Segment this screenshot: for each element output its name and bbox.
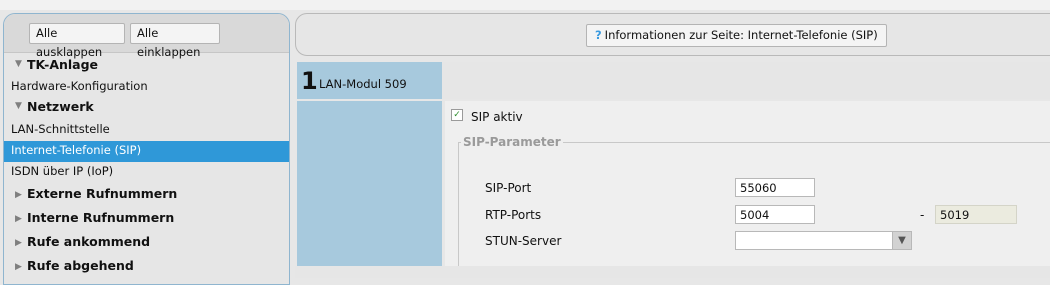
module-tab-bar: 1 LAN-Modul 509 xyxy=(297,62,1050,99)
page-header: ? Informationen zur Seite: Internet-Telef… xyxy=(295,13,1050,56)
fieldset-legend: SIP-Parameter xyxy=(463,135,561,149)
tab-lan-modul[interactable]: 1 LAN-Modul 509 xyxy=(297,62,442,99)
nav-group-label: Netzwerk xyxy=(27,99,94,114)
stun-server-label: STUN-Server xyxy=(485,234,562,248)
sip-settings-panel: ✓ SIP aktiv SIP-Parameter SIP-Port RTP-P… xyxy=(445,101,1050,275)
triangle-right-icon: ▶ xyxy=(15,238,22,248)
sip-port-input[interactable] xyxy=(735,178,815,197)
sidebar-nav: ▼ TK-Anlage Hardware-Konfiguration ▼ Netzw… xyxy=(4,56,289,279)
help-icon: ? xyxy=(595,28,602,42)
sidebar: Alle ausklappen Alle einklappen ▼ TK-Anla… xyxy=(3,13,290,285)
nav-group-interne-rufnummern[interactable]: ▶ Interne Rufnummern xyxy=(4,209,289,231)
triangle-down-icon: ▼ xyxy=(15,101,22,111)
sidebar-item-lan-schnittstelle[interactable]: LAN-Schnittstelle xyxy=(4,120,289,141)
nav-group-label: Rufe abgehend xyxy=(27,258,134,273)
collapse-all-button[interactable]: Alle einklappen xyxy=(130,23,220,59)
tab-side-panel xyxy=(297,101,442,266)
tab-number: 1 xyxy=(301,67,318,95)
sidebar-item-isdn-ueber-ip[interactable]: ISDN über IP (IoP) xyxy=(4,162,289,183)
rtp-port-from-input[interactable] xyxy=(735,205,815,224)
sidebar-item-hardware-konfiguration[interactable]: Hardware-Konfiguration xyxy=(4,78,289,96)
nav-group-label: TK-Anlage xyxy=(27,57,99,72)
nav-group-rufe-ankommend[interactable]: ▶ Rufe ankommend xyxy=(4,233,289,255)
sidebar-item-label: LAN-Schnittstelle xyxy=(11,122,110,136)
nav-group-label: Rufe ankommend xyxy=(27,234,151,249)
sip-active-label: SIP aktiv xyxy=(471,110,523,124)
top-strip xyxy=(0,0,1050,10)
chevron-down-icon[interactable]: ▼ xyxy=(892,231,912,250)
sidebar-header: Alle ausklappen Alle einklappen xyxy=(4,14,289,59)
stun-server-input[interactable] xyxy=(735,231,893,250)
nav-group-externe-rufnummern[interactable]: ▶ Externe Rufnummern xyxy=(4,185,289,207)
rtp-port-to-field xyxy=(935,205,1017,224)
rtp-range-separator: - xyxy=(920,208,925,222)
sip-active-checkbox[interactable]: ✓ xyxy=(451,109,463,121)
sidebar-item-label: ISDN über IP (IoP) xyxy=(11,164,114,178)
expand-all-button[interactable]: Alle ausklappen xyxy=(29,23,125,59)
sidebar-item-label: Hardware-Konfiguration xyxy=(11,79,148,93)
nav-group-label: Interne Rufnummern xyxy=(27,210,175,225)
tab-label: LAN-Modul 509 xyxy=(319,77,407,91)
nav-group-tk-anlage[interactable]: ▼ TK-Anlage xyxy=(4,56,289,78)
sidebar-item-label: Internet-Telefonie (SIP) xyxy=(11,143,142,157)
page-info-button[interactable]: ? Informationen zur Seite: Internet-Telef… xyxy=(586,24,887,47)
triangle-right-icon: ▶ xyxy=(15,190,22,200)
nav-group-netzwerk[interactable]: ▼ Netzwerk xyxy=(4,98,289,120)
page-info-label: Informationen zur Seite: Internet-Telefo… xyxy=(604,28,878,42)
triangle-right-icon: ▶ xyxy=(15,262,22,272)
sip-port-label: SIP-Port xyxy=(485,181,532,195)
triangle-right-icon: ▶ xyxy=(15,214,22,224)
triangle-down-icon: ▼ xyxy=(15,59,22,69)
sip-parameter-fieldset: SIP-Parameter SIP-Port RTP-Ports - STUN-… xyxy=(458,135,1050,275)
nav-group-label: Externe Rufnummern xyxy=(27,186,178,201)
sidebar-item-internet-telefonie[interactable]: Internet-Telefonie (SIP) xyxy=(4,141,289,162)
bottom-strip xyxy=(295,266,1050,278)
rtp-ports-label: RTP-Ports xyxy=(485,208,542,222)
nav-group-rufe-abgehend[interactable]: ▶ Rufe abgehend xyxy=(4,257,289,279)
